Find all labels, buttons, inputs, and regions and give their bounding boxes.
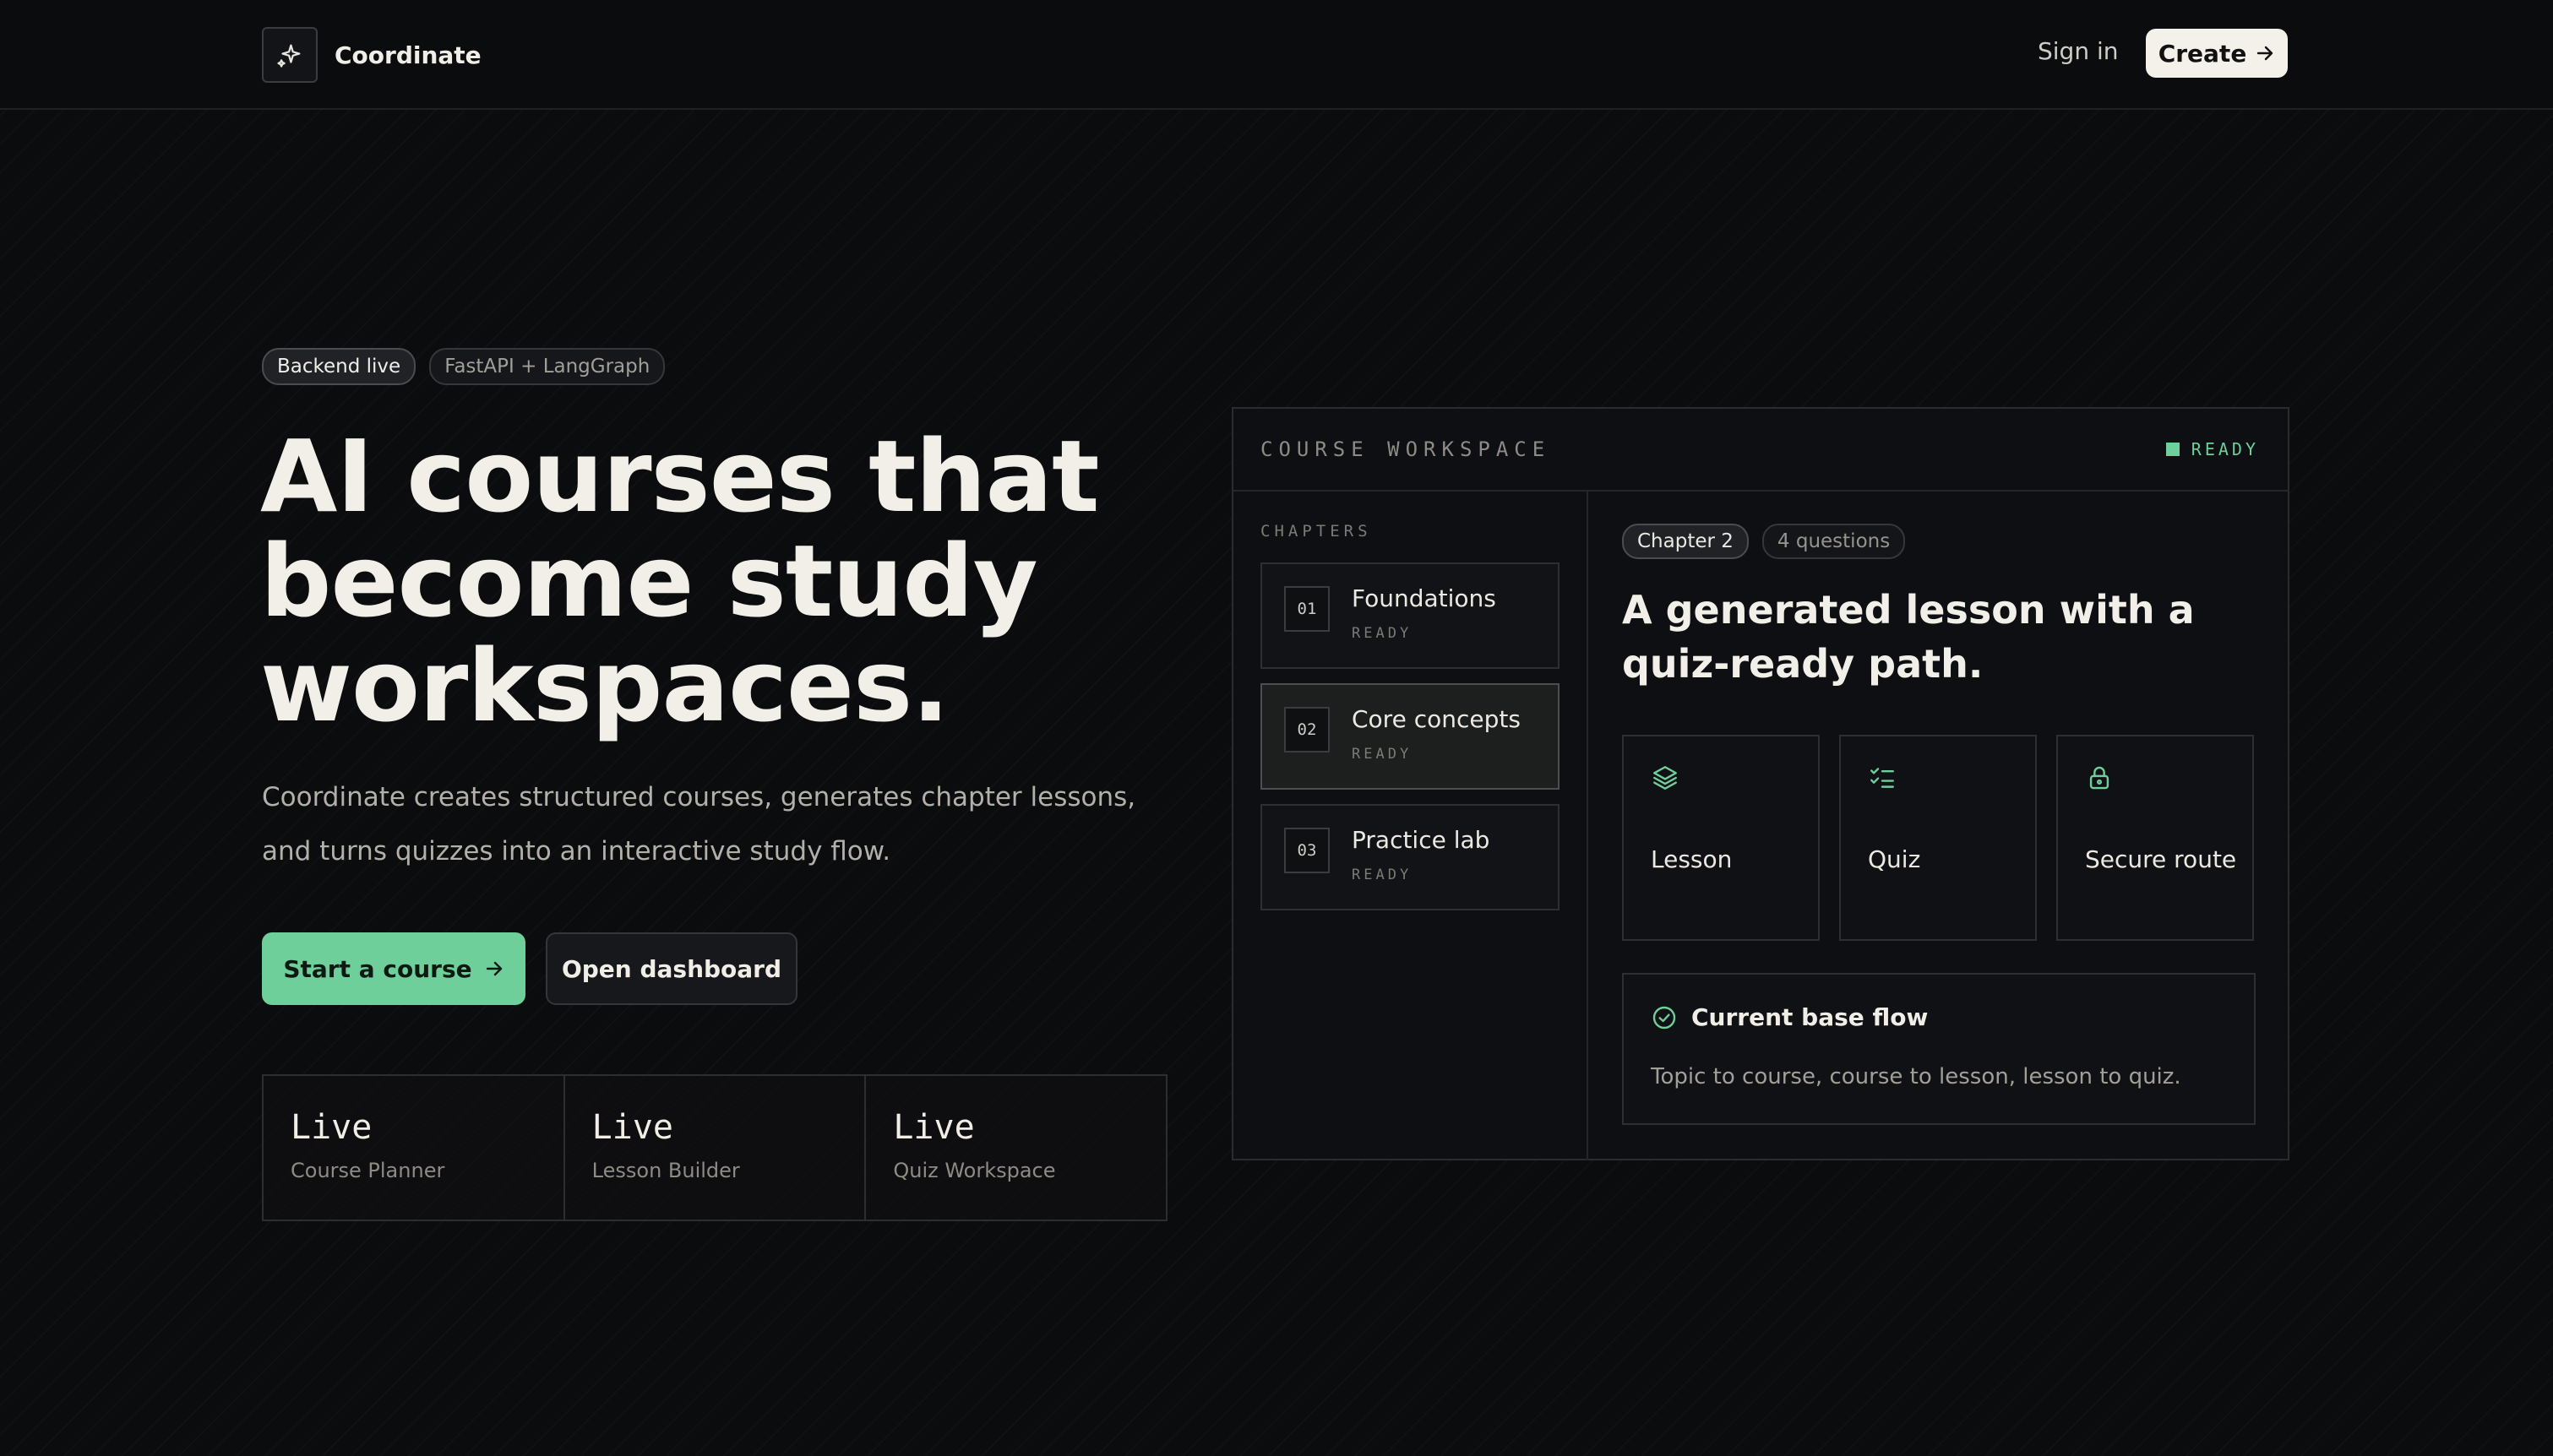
sparkle-icon [262,27,318,83]
stat-label: Quiz Workspace [893,1159,1056,1182]
stat-value: Live [591,1108,673,1147]
hero-badges: Backend live FastAPI + LangGraph [262,348,678,385]
backend-live-badge: Backend live [262,348,416,385]
lock-icon [2089,766,2109,790]
status-indicator-icon [2165,443,2180,456]
chapters-sidebar: CHAPTERS 01 Foundations READY 02 Core co… [1233,490,1588,1160]
chapter-status: READY [1352,625,1413,642]
stat-label: Course Planner [291,1159,445,1182]
stat-label: Lesson Builder [591,1159,740,1182]
feature-label: Secure route [2085,845,2237,873]
feature-card-quiz[interactable]: Quiz [1839,735,2037,941]
stat-value: Live [893,1108,975,1147]
lesson-title: A generated lesson with a quiz-ready pat… [1622,587,2195,687]
chapter-number: 03 [1284,828,1330,873]
feature-label: Lesson [1651,845,1733,873]
course-workspace-panel: COURSE WORKSPACE READY CHAPTERS 01 Found… [1232,407,2289,1160]
start-course-label: Start a course [283,954,472,983]
lesson-preview: Chapter 2 4 questions A generated lesson… [1588,490,2289,1160]
feature-card-lesson[interactable]: Lesson [1622,735,1820,941]
chapter-number: 01 [1284,586,1330,632]
hero-title-line: workspaces. [260,627,950,744]
chapter-tag: Chapter 2 [1622,524,1749,559]
chapter-name: Foundations [1352,584,1496,612]
hero-subtitle: Coordinate creates structured courses, g… [262,782,1136,867]
brand[interactable]: Coordinate [262,27,482,83]
chapter-status: READY [1352,746,1413,763]
workspace-status: READY [2165,439,2259,459]
chapter-name: Practice lab [1352,826,1490,854]
workspace-title: COURSE WORKSPACE [1260,437,1551,461]
sign-in-link[interactable]: Sign in [2038,37,2119,65]
chapter-status: READY [1352,867,1413,883]
question-count-tag: 4 questions [1761,524,1906,559]
chapter-item-foundations[interactable]: 01 Foundations READY [1260,562,1560,669]
stat-course-planner: Live Course Planner [264,1076,565,1220]
status-stats: Live Course Planner Live Lesson Builder … [262,1074,1168,1221]
current-flow-card: Current base flow Topic to course, cours… [1622,973,2256,1125]
hero-title-line: become study [260,523,1038,639]
arrow-right-icon [2257,46,2273,61]
hero-title-line: AI courses that [260,418,1100,535]
start-course-button[interactable]: Start a course [262,932,525,1005]
create-button[interactable]: Create [2146,29,2288,78]
stat-quiz-workspace: Live Quiz Workspace [866,1076,1166,1220]
workspace-status-label: READY [2191,439,2259,459]
lesson-tags: Chapter 2 4 questions [1622,524,1919,559]
flow-description: Topic to course, course to lesson, lesso… [1651,1064,2181,1089]
feature-card-secure-route[interactable]: Secure route [2056,735,2254,941]
chapter-number: 02 [1284,707,1330,752]
stat-lesson-builder: Live Lesson Builder [565,1076,867,1220]
chapter-name: Core concepts [1352,705,1521,733]
checklist-icon [1870,768,1894,788]
chapter-item-practice-lab[interactable]: 03 Practice lab READY [1260,804,1560,910]
workspace-header: COURSE WORKSPACE READY [1233,409,2288,492]
stat-value: Live [291,1108,373,1147]
arrow-right-icon [486,961,502,976]
flow-title: Current base flow [1691,1003,1929,1031]
tech-stack-badge: FastAPI + LangGraph [429,348,666,385]
hero-title: AI courses that become study workspaces. [260,424,1189,738]
feature-label: Quiz [1868,845,1921,873]
create-button-label: Create [2158,39,2247,68]
chapters-heading: CHAPTERS [1260,522,1372,541]
check-circle-icon [1652,1006,1676,1029]
brand-name: Coordinate [335,41,482,69]
chapter-item-core-concepts[interactable]: 02 Core concepts READY [1260,683,1560,790]
open-dashboard-label: Open dashboard [561,954,782,983]
top-navigation: Coordinate Sign in Create [0,0,2553,110]
layers-icon [1653,766,1677,790]
open-dashboard-button[interactable]: Open dashboard [546,932,797,1005]
flow-header: Current base flow [1651,1003,1928,1031]
